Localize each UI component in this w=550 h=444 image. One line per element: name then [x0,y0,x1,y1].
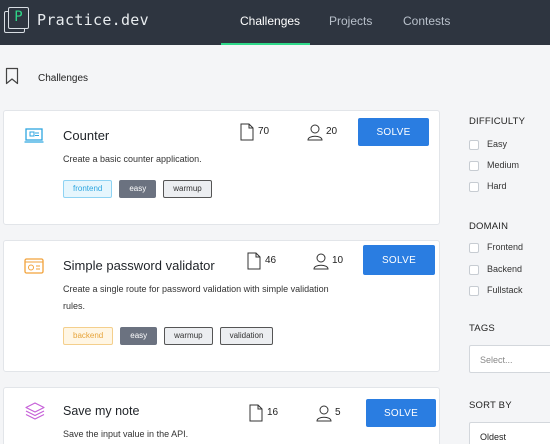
user-icon [313,253,329,270]
solve-button[interactable]: SOLVE [363,245,435,275]
checkbox[interactable] [469,140,479,150]
tag-list: frontend easy warmup [63,180,212,198]
filter-label: Medium [487,160,520,170]
solve-button[interactable]: SOLVE [366,399,436,427]
challenge-card[interactable]: Save my note Save the input value in the… [3,387,440,444]
challenge-description: Create a basic counter application. [63,154,202,164]
tab-challenges[interactable]: Challenges [240,14,300,28]
sort-by-heading: SORT BY [469,400,512,411]
active-tab-indicator [221,43,310,45]
filter-label: Easy [487,139,508,149]
tag-easy[interactable]: easy [119,180,157,198]
checkbox[interactable] [469,243,479,253]
files-count-value: 46 [265,255,277,266]
checkbox[interactable] [469,265,479,275]
challenge-title[interactable]: Simple password validator [63,258,215,273]
challenge-title[interactable]: Save my note [63,404,139,418]
checkbox[interactable] [469,286,479,296]
tags-select[interactable]: Select... [469,345,550,373]
solve-button[interactable]: SOLVE [358,118,429,146]
filter-label: Hard [487,181,507,191]
tag-validation[interactable]: validation [219,327,274,345]
tab-contests[interactable]: Contests [403,14,450,28]
challenge-description: Save the input value in the API. [63,429,189,439]
monitor-icon [24,127,44,150]
filter-label: Backend [487,264,523,274]
tag-warmup[interactable]: warmup [164,327,213,345]
top-navbar: P Practice.dev Challenges Projects Conte… [0,0,550,45]
challenge-title[interactable]: Counter [63,128,109,143]
files-count-value: 70 [258,126,270,137]
user-icon [307,124,323,141]
tag-frontend[interactable]: frontend [63,180,113,198]
file-icon [249,404,263,422]
users-count-value: 5 [335,407,341,418]
users-count-value: 20 [326,126,338,137]
domain-heading: DOMAIN [469,221,509,232]
breadcrumb: Challenges [38,73,89,84]
tag-backend[interactable]: backend [63,327,114,345]
challenge-description: Create a single route for password valid… [63,284,329,311]
tag-warmup[interactable]: warmup [163,180,212,198]
sort-by-select[interactable]: Oldest [469,422,550,444]
bookmark-icon [5,67,19,90]
difficulty-heading: DIFFICULTY [469,116,526,127]
filter-label: Frontend [487,242,524,252]
tag-list: backend easy warmup validation [63,327,274,345]
checkbox[interactable] [469,161,479,171]
challenge-card[interactable]: Counter Create a basic counter applicati… [3,110,440,225]
filter-label: Fullstack [487,285,523,295]
checkbox[interactable] [469,182,479,192]
logo-letter: P [8,7,29,29]
tags-heading: TAGS [469,323,495,334]
file-icon [240,123,254,141]
logo[interactable]: P [4,7,30,35]
file-icon [247,252,261,270]
layers-icon [24,401,46,426]
user-icon [316,405,332,422]
tab-projects[interactable]: Projects [329,14,372,28]
tag-easy[interactable]: easy [120,327,158,345]
users-count-value: 10 [332,255,344,266]
brand-name[interactable]: Practice.dev [37,11,149,29]
files-count-value: 16 [267,407,279,418]
server-icon [24,257,44,280]
challenge-card[interactable]: Simple password validator Create a singl… [3,240,440,372]
